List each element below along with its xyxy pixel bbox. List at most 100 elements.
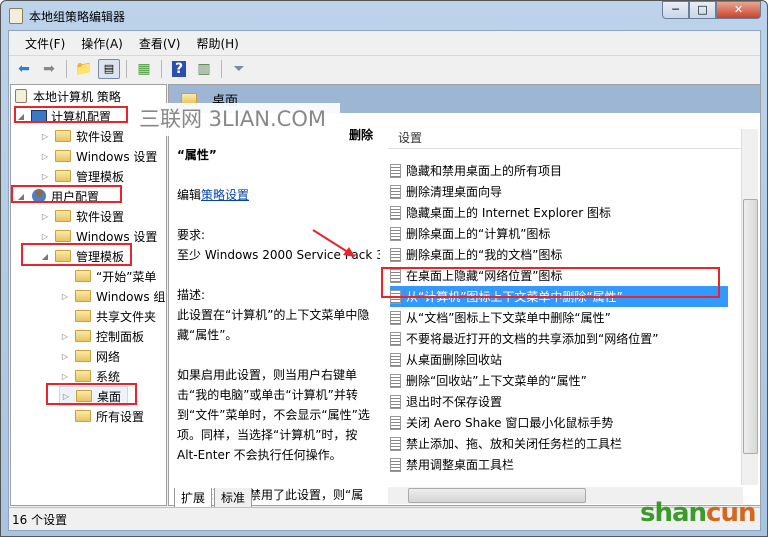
- tree-item-cc-software[interactable]: ▷ 软件设置: [39, 126, 124, 146]
- setting-name: 隐藏和禁用桌面上的所有项目: [406, 164, 563, 178]
- folder-icon: [75, 310, 91, 322]
- setting-row[interactable]: 退出时不保存设置: [390, 391, 728, 412]
- setting-row[interactable]: 删除桌面上的“计算机”图标: [390, 223, 728, 244]
- setting-name: 退出时不保存设置: [406, 395, 503, 409]
- minimize-button[interactable]: ─: [662, 1, 689, 19]
- tree-label: Windows 组件: [96, 289, 166, 304]
- collapsed-arrow-icon[interactable]: ▷: [59, 292, 71, 301]
- folder-icon: [75, 270, 91, 282]
- tree-label: “开始”菜单: [96, 269, 157, 284]
- tree-item-network[interactable]: ▷ 网络: [59, 346, 120, 366]
- annotation-box: [381, 267, 720, 298]
- policy-editor-icon: [9, 8, 23, 24]
- folder-icon: [75, 330, 91, 342]
- tree-item-windows-components[interactable]: ▷ Windows 组件: [59, 286, 166, 306]
- tree-item-start-menu[interactable]: “开始”菜单: [59, 266, 156, 286]
- scroll-thumb[interactable]: [743, 199, 758, 454]
- collapsed-arrow-icon[interactable]: ▷: [39, 152, 51, 161]
- collapsed-arrow-icon[interactable]: ▷: [59, 372, 71, 381]
- filter-icon[interactable]: ⏷: [228, 59, 250, 79]
- setting-row[interactable]: 从“文档”图标上下文菜单中删除“属性”: [390, 307, 728, 328]
- collapsed-arrow-icon[interactable]: ▷: [39, 172, 51, 181]
- setting-row[interactable]: 从桌面删除回收站: [390, 349, 728, 370]
- help-icon[interactable]: ?: [168, 59, 190, 79]
- export-list-icon[interactable]: ▦: [133, 59, 155, 79]
- folder-icon: [55, 170, 71, 182]
- setting-name: 从桌面删除回收站: [406, 353, 503, 367]
- menu-help[interactable]: 帮助(H): [188, 35, 246, 52]
- edit-policy-link[interactable]: 策略设置: [201, 188, 249, 202]
- requirements-label: 要求:: [177, 228, 206, 242]
- up-folder-icon[interactable]: 📁: [73, 59, 95, 79]
- policy-icon: [15, 89, 27, 103]
- divider: [161, 59, 162, 78]
- show-action-pane-icon[interactable]: ▥: [193, 59, 215, 79]
- setting-row[interactable]: 隐藏和禁用桌面上的所有项目: [390, 160, 728, 181]
- collapsed-arrow-icon[interactable]: ▷: [39, 212, 51, 221]
- setting-row[interactable]: 删除清理桌面向导: [390, 181, 728, 202]
- menu-action[interactable]: 操作(A): [73, 35, 131, 52]
- policy-setting-icon: [390, 457, 401, 472]
- setting-row[interactable]: 禁用调整桌面工具栏: [390, 454, 728, 475]
- collapsed-arrow-icon[interactable]: ▷: [39, 232, 51, 241]
- settings-list: 设置 隐藏和禁用桌面上的所有项目删除清理桌面向导隐藏桌面上的 Internet …: [380, 117, 760, 505]
- setting-row[interactable]: 删除“回收站”上下文菜单的“属性”: [390, 370, 728, 391]
- edit-prefix: 编辑: [177, 188, 202, 202]
- setting-row[interactable]: 不要将最近打开的文档的共享添加到“网络位置”: [390, 328, 728, 349]
- tree-item-shared-folders[interactable]: 共享文件夹: [59, 306, 156, 326]
- scroll-thumb[interactable]: [408, 488, 586, 503]
- folder-icon: [75, 290, 91, 302]
- maximize-button[interactable]: □: [689, 1, 716, 19]
- tree-label: 软件设置: [76, 209, 125, 224]
- collapsed-arrow-icon[interactable]: ▷: [39, 132, 51, 141]
- column-header-setting[interactable]: 设置: [388, 127, 743, 149]
- setting-name: 隐藏桌面上的 Internet Explorer 图标: [406, 206, 612, 220]
- tab-extended[interactable]: 扩展: [174, 488, 213, 508]
- policy-setting-icon: [390, 205, 401, 220]
- description-label: 描述:: [177, 288, 206, 302]
- back-icon[interactable]: ⬅: [13, 59, 35, 79]
- forward-icon[interactable]: ➡: [38, 59, 60, 79]
- tree-label: 本地计算机 策略: [33, 89, 121, 104]
- folder-icon: [55, 130, 71, 142]
- policy-setting-icon: [390, 331, 401, 346]
- setting-row[interactable]: 删除桌面上的“我的文档”图标: [390, 244, 728, 265]
- menu-file[interactable]: 文件(F): [17, 35, 73, 52]
- setting-name: 禁止添加、拖、放和关闭任务栏的工具栏: [406, 437, 623, 451]
- tree-item-root[interactable]: 本地计算机 策略: [15, 86, 121, 106]
- view-tabs: 扩展 标准: [174, 488, 253, 508]
- policy-setting-icon: [390, 310, 401, 325]
- tree-label: 系统: [96, 369, 121, 384]
- tree-item-all-settings[interactable]: 所有设置: [59, 406, 144, 426]
- show-hide-tree-icon[interactable]: ▤: [98, 58, 120, 79]
- collapsed-arrow-icon[interactable]: ▷: [59, 352, 71, 361]
- close-button[interactable]: ✕: [716, 1, 761, 19]
- divider: [66, 59, 67, 78]
- menu-view[interactable]: 查看(V): [131, 35, 189, 52]
- setting-name: 从“文档”图标上下文菜单中删除“属性”: [406, 311, 611, 325]
- window-title: 本地组策略编辑器: [29, 9, 126, 24]
- divider: [221, 59, 222, 78]
- tab-standard[interactable]: 标准: [214, 488, 253, 508]
- setting-row[interactable]: 隐藏桌面上的 Internet Explorer 图标: [390, 202, 728, 223]
- folder-icon: [55, 150, 71, 162]
- policy-setting-icon: [390, 415, 401, 430]
- vertical-scrollbar[interactable]: [741, 129, 758, 485]
- tree-label: 控制面板: [96, 329, 145, 344]
- setting-row[interactable]: 关闭 Aero Shake 窗口最小化鼠标手势: [390, 412, 728, 433]
- policy-setting-icon: [390, 247, 401, 262]
- toolbar: ⬅ ➡ 📁 ▤ ▦ ? ▥ ⏷: [9, 55, 760, 81]
- tree-item-control-panel[interactable]: ▷ 控制面板: [59, 326, 144, 346]
- menu-bar: 文件(F) 操作(A) 查看(V) 帮助(H): [9, 31, 760, 55]
- collapsed-arrow-icon[interactable]: ▷: [59, 332, 71, 341]
- tree-item-cc-admin[interactable]: ▷ 管理模板: [39, 166, 124, 186]
- folder-icon: [75, 370, 91, 382]
- setting-row[interactable]: 禁止添加、拖、放和关闭任务栏的工具栏: [390, 433, 728, 454]
- description-text: 此设置在“计算机”的上下文菜单中隐藏“属性”。: [177, 308, 370, 342]
- tree-label: 所有设置: [96, 409, 145, 424]
- tree-item-cc-windows[interactable]: ▷ Windows 设置: [39, 146, 157, 166]
- folder-icon: [55, 210, 71, 222]
- tree-item-uc-software[interactable]: ▷ 软件设置: [39, 206, 124, 226]
- annotation-box: [14, 106, 128, 123]
- policy-setting-icon: [390, 184, 401, 199]
